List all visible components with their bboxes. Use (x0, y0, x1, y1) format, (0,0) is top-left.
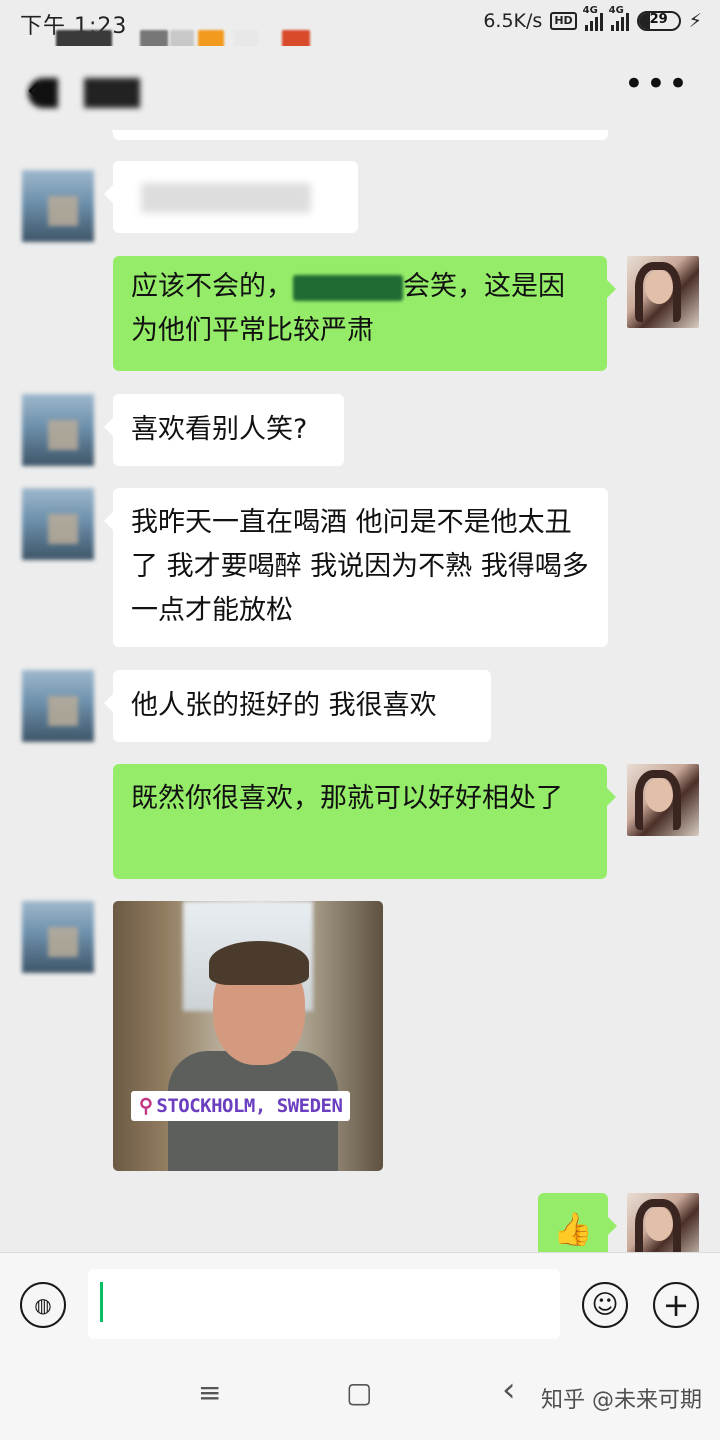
contact-avatar[interactable] (22, 901, 94, 973)
status-bar: 下午 1:23 6.5K/s HD 4G 4G 29 ⚡ (0, 0, 720, 56)
thumbs-up-icon: 👍 (553, 1210, 593, 1248)
message-bubble-incoming[interactable]: 他人张的挺好的 我很喜欢 (104, 670, 491, 742)
user-avatar[interactable] (627, 764, 699, 836)
chat-header: ‹ ••• (0, 46, 720, 130)
hd-icon: HD (550, 12, 577, 30)
signal-icon: 4G (609, 5, 629, 31)
voice-input-button[interactable]: ◍ (20, 1282, 66, 1328)
contact-name-redacted (28, 78, 58, 108)
plus-icon: + (662, 1286, 690, 1324)
emoji-button[interactable]: ☺ (582, 1282, 628, 1328)
voice-icon: ◍ (34, 1293, 52, 1317)
signal-type-label: 4G (582, 5, 598, 16)
message-bubble-incoming[interactable]: 我昨天一直在喝酒 他问是不是他太丑了 我才要喝醉 我说因为不熟 我得喝多一点才能… (104, 488, 608, 647)
emoji-icon: ☺ (591, 1290, 619, 1320)
home-button[interactable]: ▢ (346, 1376, 372, 1409)
chat-message-list[interactable]: 应该不会的， 会笑，这是因为他们平常比较严肃 喜欢看别人笑? 我昨天一直在喝酒 他… (0, 130, 720, 1252)
battery-icon: 29 (636, 11, 681, 31)
contact-avatar[interactable] (22, 488, 94, 560)
more-options-button[interactable]: ••• (624, 64, 690, 104)
message-text-input[interactable] (88, 1269, 560, 1339)
user-avatar[interactable] (627, 1193, 699, 1252)
location-pin-icon: ⚲ (139, 1095, 153, 1117)
message-bubble-outgoing[interactable]: 应该不会的， 会笑，这是因为他们平常比较严肃 (113, 256, 616, 371)
signal-type-label: 4G (608, 5, 624, 16)
more-functions-button[interactable]: + (653, 1282, 699, 1328)
message-bubble-outgoing[interactable]: 既然你很喜欢，那就可以好好相处了 (113, 764, 616, 879)
message-bubble-outgoing[interactable]: 👍 (538, 1193, 617, 1252)
text-cursor (100, 1282, 103, 1322)
image-message[interactable]: ⚲ STOCKHOLM, SWEDEN (113, 901, 383, 1171)
contact-avatar[interactable] (22, 670, 94, 742)
menu-button[interactable]: ≡ (198, 1376, 221, 1409)
redacted-text (141, 183, 311, 213)
charging-icon: ⚡ (688, 10, 702, 32)
user-avatar[interactable] (627, 256, 699, 328)
watermark: 知乎 @未来可期 (541, 1388, 702, 1413)
contact-avatar[interactable] (22, 394, 94, 466)
system-back-button[interactable]: ‹ (502, 1370, 516, 1410)
message-input-bar: ◍ ☺ + (0, 1252, 720, 1357)
location-text: STOCKHOLM, SWEDEN (156, 1095, 343, 1117)
message-bubble-partial[interactable] (104, 130, 608, 140)
redacted-name (293, 274, 403, 301)
message-bubble-incoming[interactable]: 喜欢看别人笑? (104, 394, 344, 466)
location-sticker: ⚲ STOCKHOLM, SWEDEN (131, 1091, 351, 1121)
contact-name-redacted (84, 78, 140, 108)
status-indicators: 6.5K/s HD 4G 4G 29 ⚡ (483, 5, 702, 32)
signal-icon: 4G (583, 5, 603, 31)
network-speed: 6.5K/s (483, 10, 543, 32)
contact-avatar[interactable] (22, 170, 94, 242)
system-navigation-bar: ≡ ▢ ‹ 知乎 @未来可期 (0, 1356, 720, 1440)
message-bubble-incoming[interactable] (104, 161, 358, 233)
